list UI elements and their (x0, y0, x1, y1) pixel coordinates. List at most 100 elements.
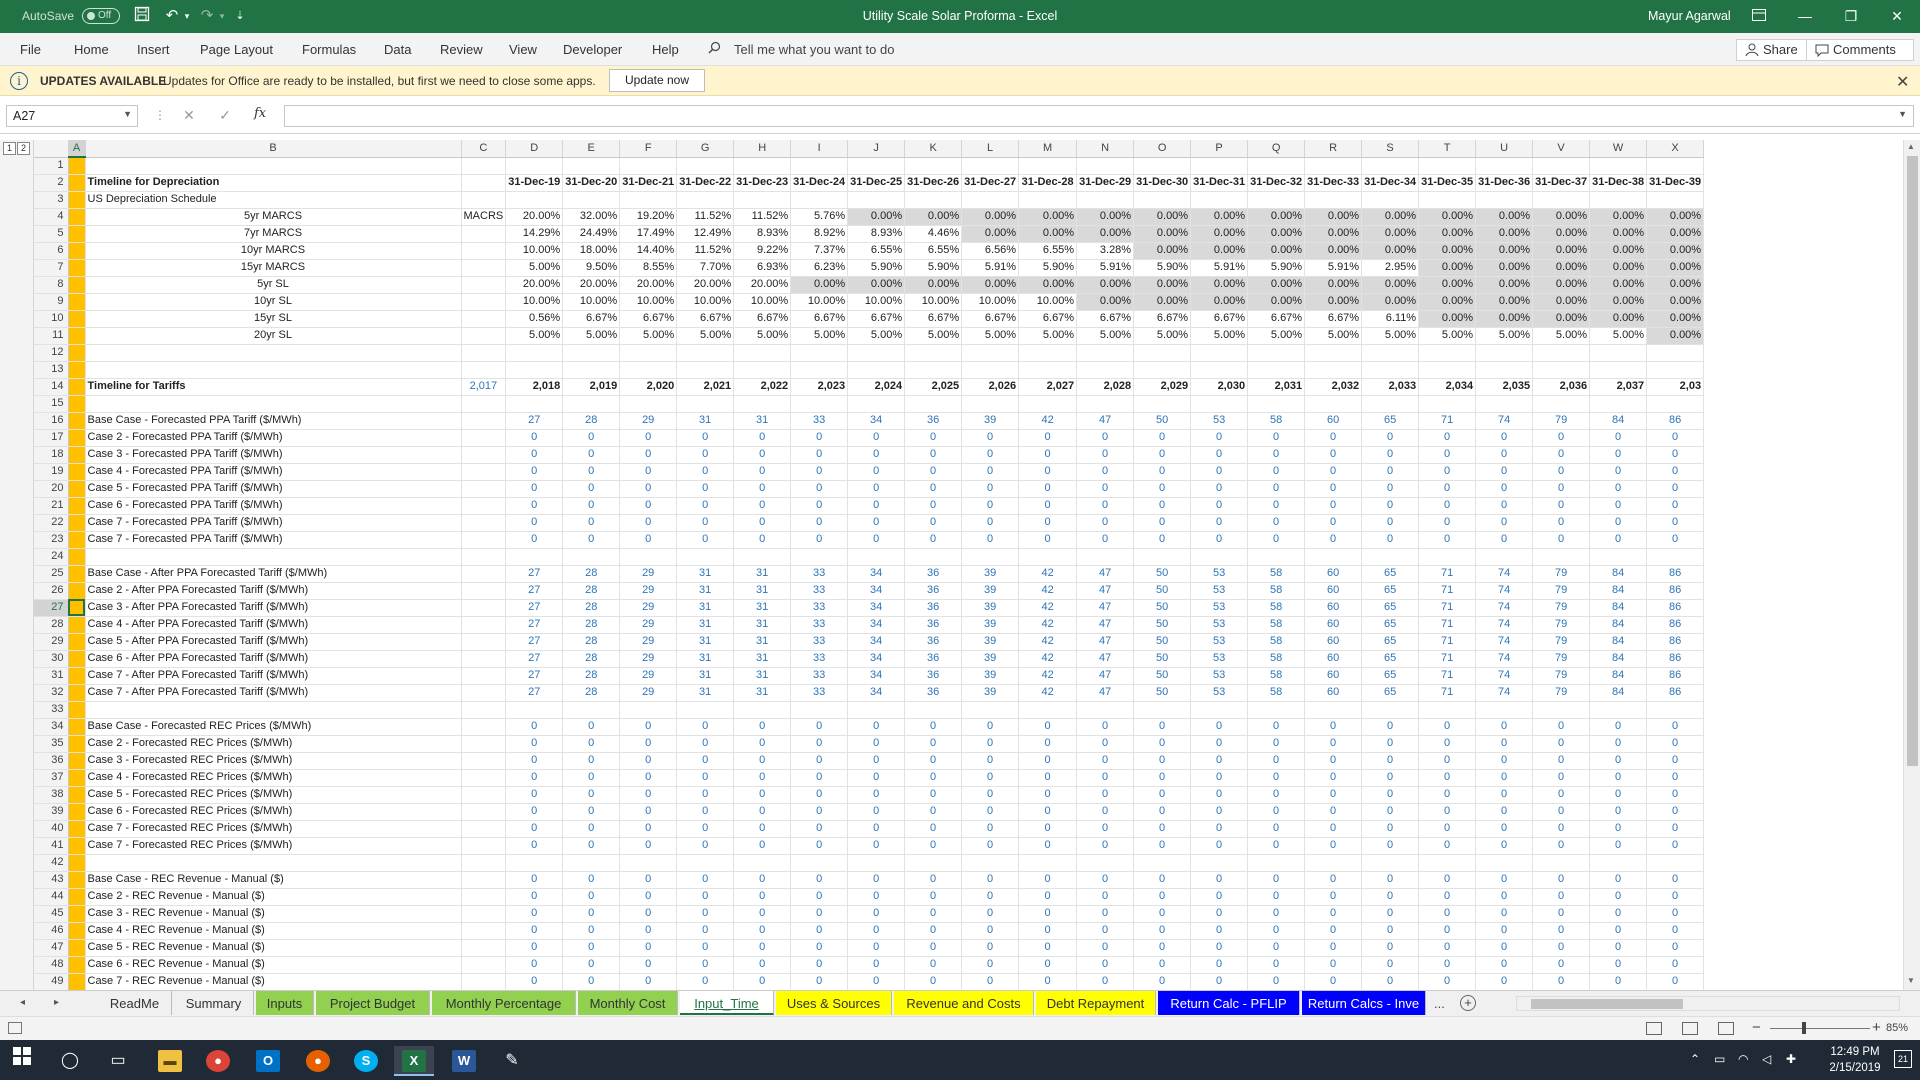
input-cell[interactable]: 0 (1304, 769, 1363, 787)
input-cell[interactable]: 29 (619, 412, 678, 430)
cell[interactable] (847, 344, 906, 362)
cell[interactable] (1190, 395, 1249, 413)
cell[interactable] (619, 701, 678, 719)
input-cell[interactable]: 86 (1646, 565, 1705, 583)
cell[interactable] (1646, 395, 1705, 413)
input-cell[interactable]: 74 (1475, 565, 1534, 583)
input-cell[interactable]: 0 (904, 888, 963, 906)
input-cell[interactable]: 0 (961, 803, 1020, 821)
sheet-tab[interactable]: Debt Repayment (1036, 991, 1156, 1015)
row-header[interactable]: 20 (34, 480, 69, 498)
input-cell[interactable]: 0 (1361, 922, 1420, 940)
input-cell[interactable]: 0 (619, 429, 678, 447)
input-cell[interactable]: 0 (676, 446, 735, 464)
input-cell[interactable]: 29 (619, 565, 678, 583)
input-cell[interactable]: 31 (676, 667, 735, 685)
close-message-icon[interactable]: ✕ (1896, 72, 1909, 92)
cell[interactable] (562, 344, 621, 362)
cell[interactable] (1361, 701, 1420, 719)
input-cell[interactable]: 0 (1589, 905, 1648, 923)
input-cell[interactable]: 0 (1418, 718, 1477, 736)
input-cell[interactable]: 0 (676, 803, 735, 821)
input-cell[interactable]: 0 (733, 820, 792, 838)
input-cell[interactable]: 0 (1247, 531, 1306, 549)
input-cell[interactable]: 0 (847, 531, 906, 549)
input-cell[interactable]: 0 (904, 531, 963, 549)
menu-review[interactable]: Review (440, 42, 483, 57)
cell[interactable] (1304, 344, 1363, 362)
input-cell[interactable]: 74 (1475, 616, 1534, 634)
sheet-tab[interactable]: Project Budget (316, 991, 430, 1015)
cell[interactable] (68, 225, 86, 243)
percent-cell[interactable]: 10.00% (733, 293, 792, 311)
menu-formulas[interactable]: Formulas (302, 42, 356, 57)
cell[interactable] (461, 497, 507, 515)
input-cell[interactable]: 84 (1589, 684, 1648, 702)
input-cell[interactable]: 0 (1532, 939, 1591, 957)
cell[interactable] (904, 361, 963, 379)
input-cell[interactable]: 0 (1532, 837, 1591, 855)
cell[interactable] (1418, 548, 1477, 566)
row-label[interactable]: Case 3 - Forecasted REC Prices ($/MWh) (85, 752, 462, 770)
cell[interactable] (461, 157, 507, 175)
input-cell[interactable]: 0 (1418, 956, 1477, 974)
cell[interactable] (461, 701, 507, 719)
input-cell[interactable]: 29 (619, 633, 678, 651)
input-cell[interactable]: 34 (847, 599, 906, 617)
input-cell[interactable]: 0 (1190, 905, 1249, 923)
percent-cell[interactable]: 5.00% (1304, 327, 1363, 345)
input-cell[interactable]: 31 (676, 684, 735, 702)
sheet-tab[interactable]: Return Calcs - Inve (1302, 991, 1426, 1015)
sheet-tab[interactable]: Inputs (256, 991, 314, 1015)
input-cell[interactable]: 50 (1133, 633, 1192, 651)
input-cell[interactable]: 86 (1646, 599, 1705, 617)
row-label[interactable]: Case 7 - Forecasted PPA Tariff ($/MWh) (85, 514, 462, 532)
percent-cell[interactable]: 20.00% (505, 276, 564, 294)
percent-cell[interactable]: 0.00% (1018, 276, 1078, 294)
input-cell[interactable]: 42 (1018, 650, 1078, 668)
input-cell[interactable]: 0 (1532, 888, 1591, 906)
percent-cell[interactable]: 10.00% (961, 293, 1020, 311)
input-cell[interactable]: 31 (676, 633, 735, 651)
cell[interactable] (1076, 701, 1135, 719)
cell[interactable] (461, 956, 507, 974)
input-cell[interactable]: 42 (1018, 582, 1078, 600)
input-cell[interactable]: 28 (562, 616, 621, 634)
input-cell[interactable]: 39 (961, 616, 1020, 634)
input-cell[interactable]: 0 (1475, 973, 1534, 990)
input-cell[interactable]: 0 (1247, 871, 1306, 889)
percent-cell[interactable]: 0.00% (1133, 276, 1192, 294)
cell[interactable] (676, 361, 735, 379)
row-header[interactable]: 42 (34, 854, 69, 872)
percent-cell[interactable]: 6.67% (1076, 310, 1135, 328)
input-cell[interactable]: 0 (676, 735, 735, 753)
input-cell[interactable]: 0 (1304, 922, 1363, 940)
date-cell[interactable]: 31-Dec-22 (676, 174, 735, 192)
input-cell[interactable]: 0 (1076, 786, 1135, 804)
input-cell[interactable]: 79 (1532, 633, 1591, 651)
input-cell[interactable]: 74 (1475, 582, 1534, 600)
input-cell[interactable]: 65 (1361, 684, 1420, 702)
input-cell[interactable]: 0 (1418, 905, 1477, 923)
cell[interactable] (1361, 191, 1420, 209)
input-cell[interactable]: 0 (790, 497, 849, 515)
input-cell[interactable]: 0 (676, 973, 735, 990)
cell[interactable] (676, 548, 735, 566)
cell[interactable] (1018, 191, 1078, 209)
input-cell[interactable]: 28 (562, 633, 621, 651)
input-cell[interactable]: 33 (790, 667, 849, 685)
cell[interactable] (68, 157, 86, 175)
input-cell[interactable]: 0 (1076, 803, 1135, 821)
input-cell[interactable]: 86 (1646, 582, 1705, 600)
cell[interactable] (505, 361, 564, 379)
input-cell[interactable]: 0 (1133, 531, 1192, 549)
input-cell[interactable]: 27 (505, 650, 564, 668)
input-cell[interactable]: 60 (1304, 412, 1363, 430)
input-cell[interactable]: 84 (1589, 616, 1648, 634)
outlook-icon[interactable]: O (248, 1046, 288, 1076)
percent-cell[interactable]: 0.00% (1418, 276, 1477, 294)
row-header[interactable]: 47 (34, 939, 69, 957)
input-cell[interactable]: 0 (733, 735, 792, 753)
percent-cell[interactable]: 0.00% (1247, 293, 1306, 311)
date-cell[interactable]: 31-Dec-33 (1304, 174, 1363, 192)
